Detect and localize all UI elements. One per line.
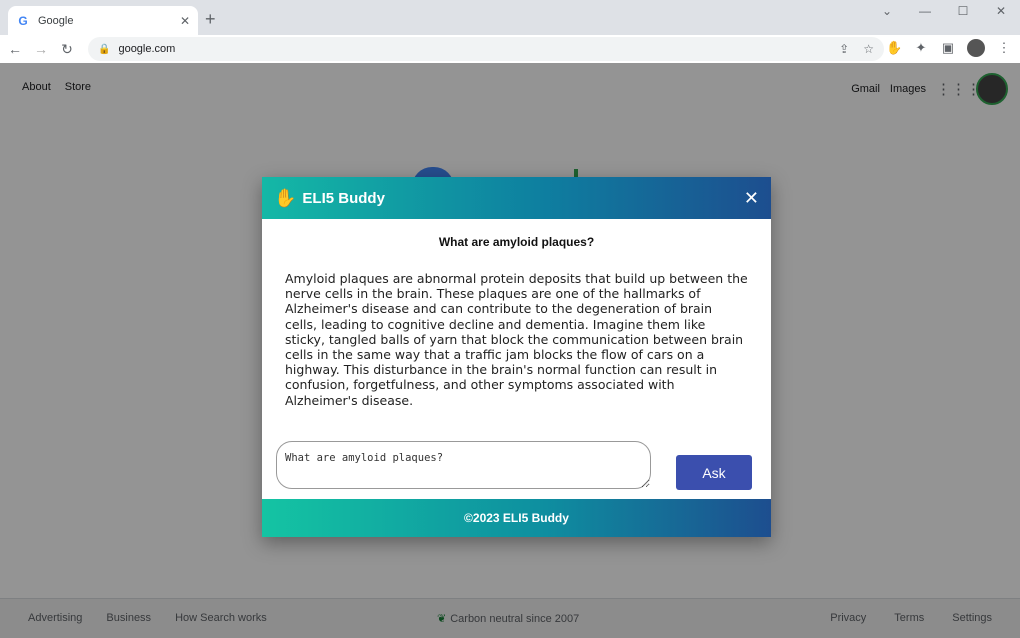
chevron-down-icon[interactable]: ⌄ [868, 4, 906, 18]
ask-button[interactable]: Ask [676, 455, 752, 490]
answer-text: Amyloid plaques are abnormal protein dep… [285, 271, 748, 408]
extension-icons: ✋ ✦ ▣ ⋮ [886, 39, 1012, 57]
browser-toolbar: ← → ↻ 🔒 google.com ⇪ ☆ ✋ ✦ ▣ ⋮ [0, 35, 1020, 63]
profile-avatar-icon[interactable] [967, 39, 985, 57]
browser-menu-icon[interactable]: ⋮ [996, 40, 1012, 56]
browser-tab[interactable]: G Google ✕ [8, 6, 198, 35]
forward-icon[interactable]: → [30, 41, 52, 57]
window-close-icon[interactable]: ✕ [982, 4, 1020, 18]
extensions-puzzle-icon[interactable]: ✦ [913, 40, 929, 56]
ask-row: What are amyloid plaques? Ask [276, 441, 766, 491]
minimize-icon[interactable]: — [906, 4, 944, 18]
google-favicon-icon: G [18, 13, 28, 28]
close-icon[interactable]: ✕ [744, 188, 759, 209]
eli5-extension-hand-icon[interactable]: ✋ [886, 40, 902, 56]
side-panel-icon[interactable]: ▣ [940, 40, 956, 56]
modal-title: ELI5 Buddy [302, 189, 385, 207]
modal-footer: ©2023 ELI5 Buddy [262, 499, 771, 537]
lock-icon[interactable]: 🔒 [98, 44, 110, 55]
back-icon[interactable]: ← [4, 41, 26, 57]
tab-title: Google [38, 14, 74, 27]
hand-icon: ✋ [274, 187, 297, 208]
window-controls: ⌄ — ☐ ✕ [868, 4, 1020, 18]
share-icon[interactable]: ⇪ [839, 42, 849, 56]
maximize-icon[interactable]: ☐ [944, 4, 982, 18]
question-input[interactable]: What are amyloid plaques? [276, 441, 651, 489]
reload-icon[interactable]: ↻ [56, 41, 78, 58]
question-heading: What are amyloid plaques? [438, 235, 595, 249]
bookmark-star-icon[interactable]: ☆ [863, 42, 874, 56]
modal-header: ✋ ELI5 Buddy ✕ [262, 177, 771, 219]
new-tab-icon[interactable]: + [205, 9, 216, 30]
address-bar[interactable]: 🔒 google.com ⇪ ☆ [88, 37, 884, 61]
tab-close-icon[interactable]: ✕ [180, 14, 190, 28]
eli5-buddy-modal: ✋ ELI5 Buddy ✕ What are amyloid plaques?… [262, 177, 771, 537]
url-text: google.com [118, 43, 176, 55]
tab-strip: G Google ✕ + ⌄ — ☐ ✕ [0, 0, 1020, 35]
